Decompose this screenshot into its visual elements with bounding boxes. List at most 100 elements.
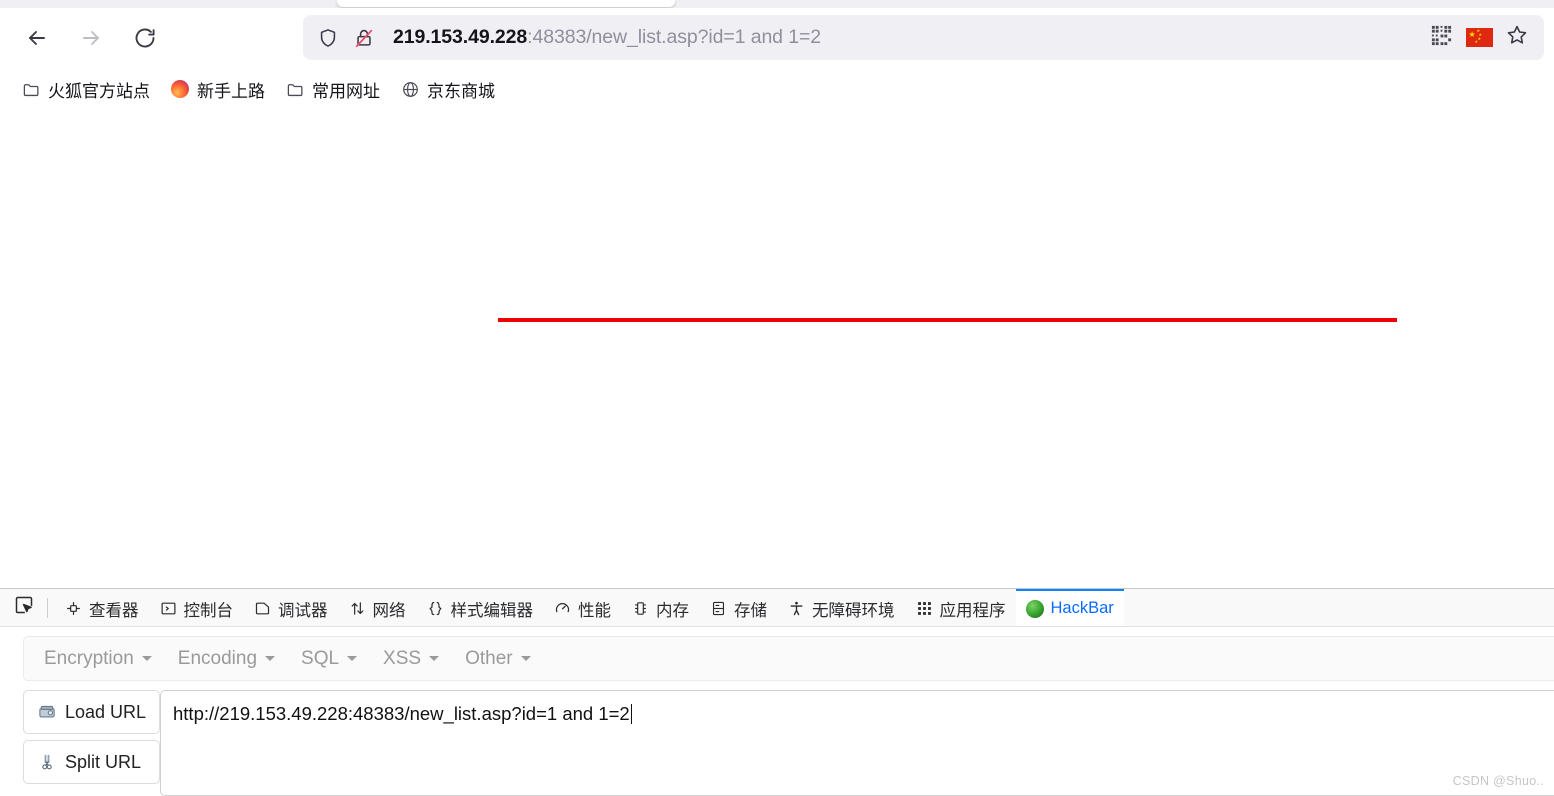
application-icon	[915, 599, 934, 618]
devtools-tab-style-editor[interactable]: 样式编辑器	[416, 589, 544, 626]
bookmark-label: 新手上路	[197, 81, 265, 101]
url-display[interactable]: 219.153.49.228:48383/new_list.asp?id=1 a…	[393, 26, 1422, 49]
devtools-panel: 查看器 控制台 调试器 网络 样式编辑器 性能 内存 存储 无障碍环境 应用程序…	[0, 588, 1554, 796]
devtools-tab-accessibility[interactable]: 无障碍环境	[777, 589, 905, 626]
address-bar[interactable]: 219.153.49.228:48383/new_list.asp?id=1 a…	[303, 15, 1544, 60]
devtools-tab-label: 存储	[734, 601, 767, 620]
red-horizontal-rule	[498, 318, 1397, 322]
devtools-tab-debugger[interactable]: 调试器	[243, 589, 338, 626]
devtools-tab-network[interactable]: 网络	[338, 589, 416, 626]
devtools-tab-console[interactable]: 控制台	[149, 589, 244, 626]
hackbar-body: Load URL Split URL http://219.153.49.228…	[0, 690, 1554, 796]
chevron-down-icon	[141, 656, 152, 661]
bookmark-label: 常用网址	[312, 81, 380, 101]
hackbar-url-textarea[interactable]: http://219.153.49.228:48383/new_list.asp…	[160, 690, 1554, 796]
hackbar-menu-sql[interactable]: SQL	[290, 642, 368, 676]
devtools-tab-inspector[interactable]: 查看器	[54, 589, 149, 626]
accessibility-icon	[787, 599, 806, 618]
back-button[interactable]	[17, 18, 57, 58]
hackbar-menu-xss[interactable]: XSS	[372, 642, 450, 676]
menu-label: Encoding	[177, 647, 258, 669]
menu-label: XSS	[383, 647, 422, 669]
address-bar-actions: ★ ★ ★ ★ ★	[1422, 19, 1536, 57]
devtools-tab-storage[interactable]: 存储	[699, 589, 777, 626]
folder-icon	[285, 79, 305, 99]
language-flag-button[interactable]: ★ ★ ★ ★ ★	[1460, 19, 1498, 57]
insecure-connection-lock-icon[interactable]	[347, 21, 381, 55]
console-icon	[159, 599, 178, 618]
hackbar-menu-bar: Encryption Encoding SQL XSS Other	[23, 636, 1554, 681]
element-picker-icon	[14, 595, 34, 620]
chevron-down-icon	[265, 656, 276, 661]
button-label: Load URL	[65, 701, 147, 722]
forward-button	[71, 18, 111, 58]
forward-arrow-icon	[79, 26, 103, 50]
performance-icon	[553, 599, 572, 618]
tracking-protection-shield-icon[interactable]	[311, 21, 345, 55]
style-editor-icon	[426, 599, 445, 618]
devtools-tab-hackbar[interactable]: HackBar	[1015, 589, 1124, 626]
load-url-icon	[37, 702, 57, 722]
qr-code-button[interactable]	[1422, 19, 1460, 57]
bookmark-item-getting-started[interactable]: 新手上路	[163, 74, 272, 104]
qr-code-icon	[1430, 24, 1453, 52]
menu-label: Other	[465, 647, 513, 669]
split-url-button[interactable]: Split URL	[23, 740, 160, 784]
debugger-icon	[253, 599, 272, 618]
folder-icon	[21, 79, 41, 99]
memory-icon	[631, 599, 650, 618]
devtools-tab-label: 查看器	[89, 601, 139, 620]
firefox-logo-icon	[170, 79, 190, 99]
devtools-tab-performance[interactable]: 性能	[543, 589, 621, 626]
bookmarks-bar: 火狐官方站点 新手上路 常用网址 京东商城	[0, 68, 1554, 110]
bookmark-star-button[interactable]	[1498, 19, 1536, 57]
hackbar-menu-other[interactable]: Other	[454, 642, 542, 676]
bookmark-item-firefox-official[interactable]: 火狐官方站点	[14, 74, 157, 104]
devtools-tab-label: 无障碍环境	[812, 601, 895, 620]
devtools-tab-label: 样式编辑器	[450, 601, 534, 620]
toolbar-separator	[47, 597, 48, 618]
devtools-tab-label: 性能	[578, 601, 611, 620]
page-content	[0, 110, 1554, 588]
element-picker-button[interactable]	[7, 591, 41, 625]
devtools-tab-label: 网络	[372, 601, 406, 620]
devtools-tab-application[interactable]: 应用程序	[905, 589, 1016, 626]
url-host: 219.153.49.228	[393, 26, 528, 48]
active-browser-tab[interactable]	[337, 0, 675, 7]
url-textarea-value: http://219.153.49.228:48383/new_list.asp…	[173, 703, 630, 724]
hackbar-menu-encoding[interactable]: Encoding	[167, 642, 286, 676]
china-flag-icon: ★ ★ ★ ★ ★	[1465, 28, 1493, 47]
globe-icon	[400, 79, 420, 99]
reload-icon	[133, 26, 157, 50]
bookmark-label: 火狐官方站点	[48, 81, 150, 101]
reload-button[interactable]	[125, 18, 165, 58]
text-cursor	[630, 704, 633, 724]
bookmark-item-jd-mall[interactable]: 京东商城	[393, 74, 502, 104]
url-path: :48383/new_list.asp?id=1 and 1=2	[527, 26, 822, 48]
devtools-tab-label: HackBar	[1050, 599, 1114, 617]
menu-label: Encryption	[44, 647, 134, 669]
browser-window: 219.153.49.228:48383/new_list.asp?id=1 a…	[0, 0, 1554, 796]
hackbar-globe-icon	[1026, 599, 1045, 618]
devtools-tab-label: 调试器	[278, 601, 328, 620]
inspector-icon	[64, 599, 83, 618]
devtools-tab-label: 内存	[656, 601, 689, 620]
chevron-down-icon	[520, 656, 531, 661]
chevron-down-icon	[429, 656, 440, 661]
back-arrow-icon	[25, 26, 49, 50]
scissors-icon	[37, 752, 57, 772]
devtools-tab-memory[interactable]: 内存	[621, 589, 699, 626]
hackbar-panel: Encryption Encoding SQL XSS Other Load U…	[0, 627, 1554, 796]
devtools-tab-label: 应用程序	[939, 601, 1006, 620]
csdn-watermark: CSDN @Shuo..	[1452, 774, 1544, 788]
network-icon	[348, 599, 367, 618]
button-label: Split URL	[65, 751, 142, 772]
devtools-tab-label: 控制台	[183, 601, 234, 620]
bookmark-item-common-sites[interactable]: 常用网址	[278, 74, 387, 104]
hackbar-menu-encryption[interactable]: Encryption	[33, 642, 163, 676]
load-url-button[interactable]: Load URL	[23, 690, 160, 734]
storage-icon	[709, 599, 728, 618]
star-icon	[1505, 23, 1529, 52]
hackbar-button-column: Load URL Split URL	[0, 690, 160, 796]
chevron-down-icon	[347, 656, 358, 661]
